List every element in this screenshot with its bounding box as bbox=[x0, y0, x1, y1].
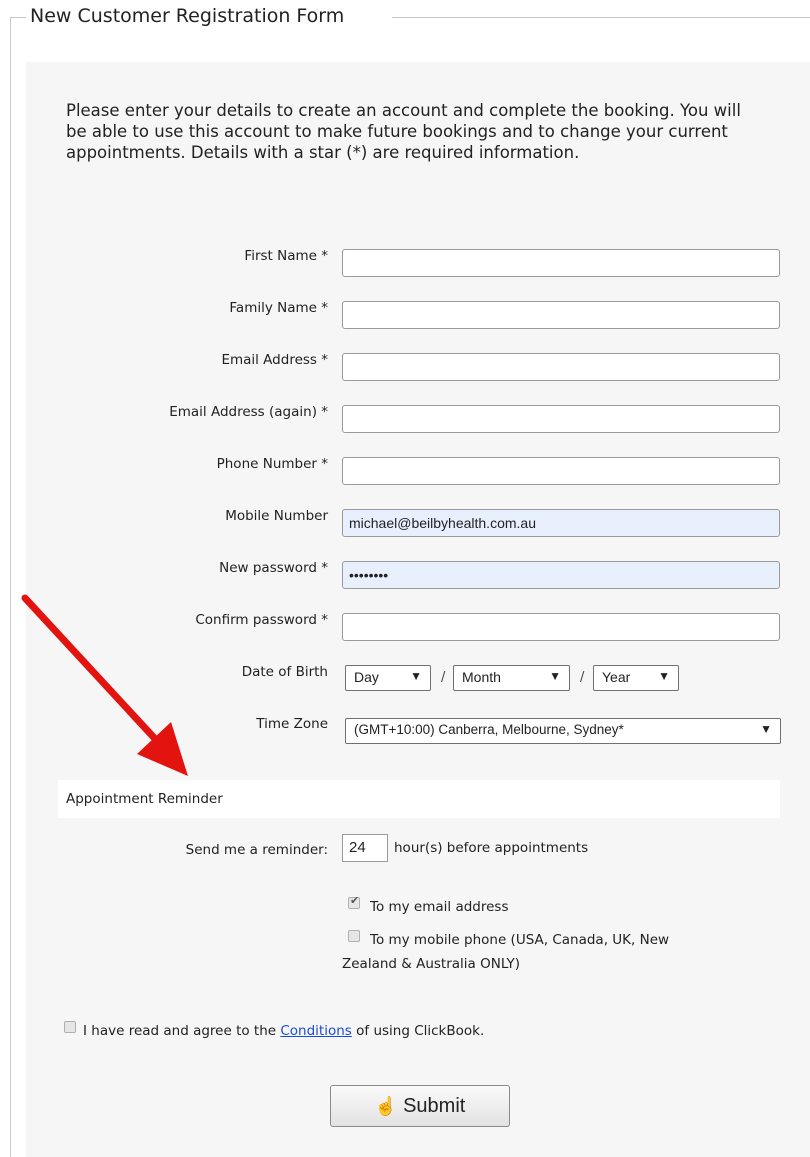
fieldset-border-top-left bbox=[10, 17, 26, 18]
submit-button[interactable]: ☝ Submit bbox=[330, 1085, 510, 1127]
checkmark-icon: ✔ bbox=[350, 894, 360, 907]
email-input[interactable] bbox=[342, 353, 780, 381]
phone-label: Phone Number * bbox=[216, 456, 328, 472]
family-name-input[interactable] bbox=[342, 301, 780, 329]
triangle-down-icon: ▼ bbox=[760, 722, 772, 736]
mobile-input[interactable] bbox=[342, 509, 780, 537]
terms-prefix: I have read and agree to the bbox=[83, 1023, 277, 1039]
timezone-label: Time Zone bbox=[256, 716, 328, 732]
form-legend: New Customer Registration Form bbox=[26, 5, 349, 27]
confirm-password-input[interactable] bbox=[342, 613, 780, 641]
terms-checkbox[interactable] bbox=[64, 1021, 76, 1033]
dob-day-value: Day bbox=[354, 669, 379, 685]
timezone-select[interactable]: (GMT+10:00) Canberra, Melbourne, Sydney*… bbox=[345, 718, 781, 744]
mobile-label: Mobile Number bbox=[225, 508, 328, 524]
email-reminder-label: To my email address bbox=[370, 899, 509, 915]
triangle-down-icon: ▼ bbox=[549, 669, 561, 683]
fieldset-border-left bbox=[10, 17, 11, 1157]
triangle-down-icon: ▼ bbox=[658, 669, 670, 683]
email-label: Email Address * bbox=[221, 352, 328, 368]
dob-separator: / bbox=[441, 670, 446, 685]
mobile-reminder-label-line1: To my mobile phone (USA, Canada, UK, New bbox=[370, 932, 670, 948]
intro-text: Please enter your details to create an a… bbox=[66, 101, 741, 162]
new-password-label: New password * bbox=[219, 560, 328, 576]
new-password-input[interactable] bbox=[342, 561, 780, 589]
fieldset-border-top-right bbox=[392, 17, 810, 18]
reminder-hours-suffix: hour(s) before appointments bbox=[394, 840, 589, 856]
form-panel bbox=[26, 62, 810, 1157]
mobile-reminder-label-line2: Zealand & Australia ONLY) bbox=[342, 956, 521, 972]
phone-input[interactable] bbox=[342, 457, 780, 485]
dob-year-select[interactable]: Year ▼ bbox=[593, 665, 679, 691]
confirm-password-label: Confirm password * bbox=[195, 612, 328, 628]
reminder-section-title: Appointment Reminder bbox=[66, 791, 223, 807]
pointing-hand-icon: ☝ bbox=[374, 1095, 398, 1116]
terms-suffix: of using ClickBook. bbox=[356, 1023, 485, 1039]
first-name-label: First Name * bbox=[244, 248, 328, 264]
triangle-down-icon: ▼ bbox=[410, 669, 422, 683]
email-again-label: Email Address (again) * bbox=[169, 404, 328, 420]
reminder-hours-input[interactable]: 24 bbox=[342, 834, 388, 862]
terms-text: I have read and agree to the Conditions … bbox=[83, 1023, 484, 1039]
dob-month-select[interactable]: Month ▼ bbox=[453, 665, 570, 691]
dob-month-value: Month bbox=[462, 669, 501, 685]
conditions-link[interactable]: Conditions bbox=[280, 1023, 351, 1039]
send-reminder-label: Send me a reminder: bbox=[185, 842, 328, 858]
dob-year-value: Year bbox=[602, 669, 631, 685]
dob-day-select[interactable]: Day ▼ bbox=[345, 665, 431, 691]
dob-separator: / bbox=[580, 670, 585, 685]
mobile-reminder-checkbox[interactable] bbox=[348, 930, 360, 942]
email-reminder-checkbox[interactable]: ✔ bbox=[348, 894, 360, 909]
family-name-label: Family Name * bbox=[229, 300, 328, 316]
email-again-input[interactable] bbox=[342, 405, 780, 433]
first-name-input[interactable] bbox=[342, 249, 780, 277]
submit-label: Submit bbox=[403, 1094, 466, 1117]
dob-label: Date of Birth bbox=[241, 664, 328, 680]
timezone-value: (GMT+10:00) Canberra, Melbourne, Sydney* bbox=[354, 722, 624, 737]
